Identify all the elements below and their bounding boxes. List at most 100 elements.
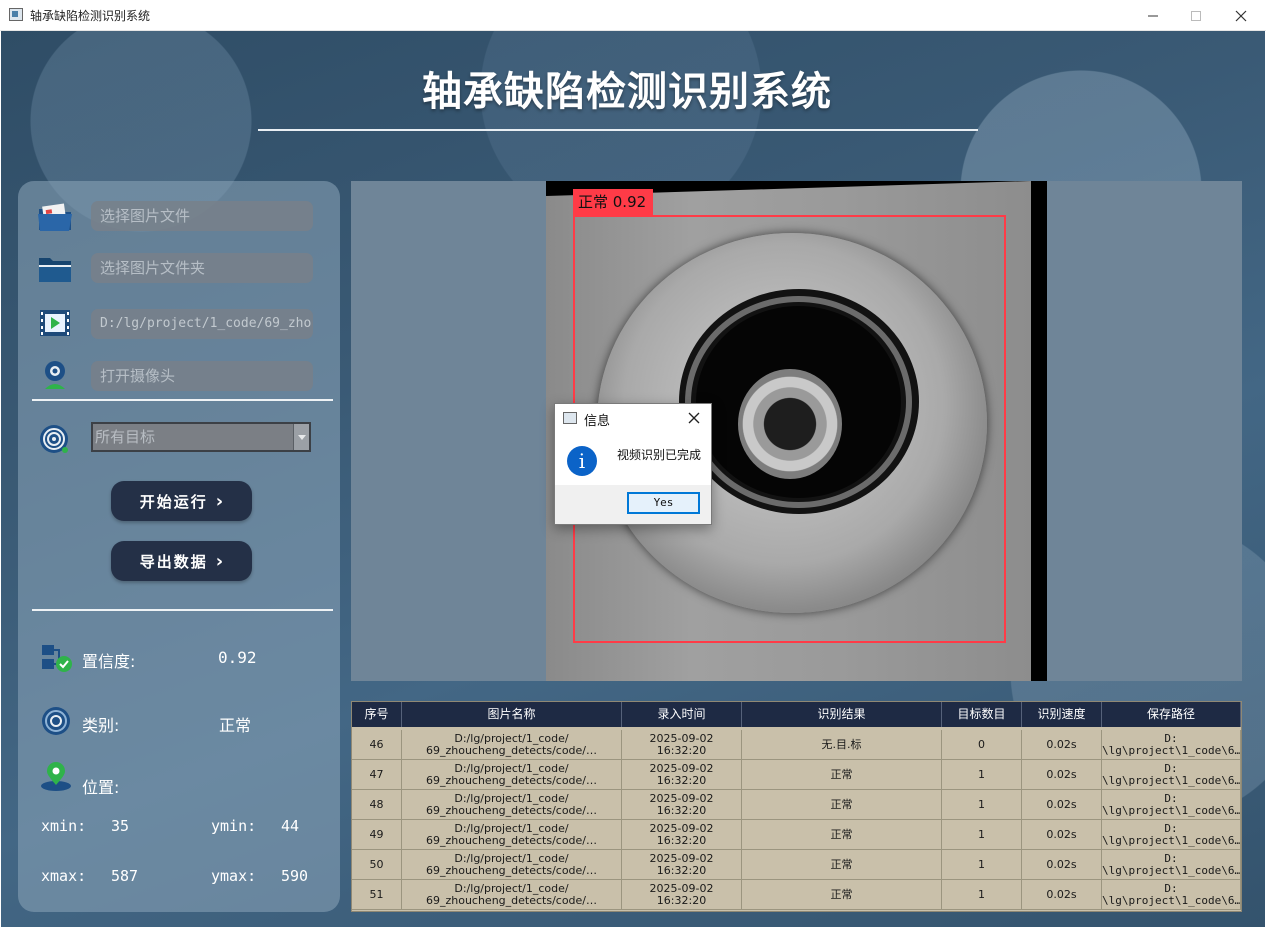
column-header[interactable]: 图片名称	[402, 702, 622, 727]
position-label: 位置:	[82, 778, 120, 797]
close-window-button[interactable]	[1218, 0, 1264, 31]
camera-input[interactable]: 打开摄像头	[91, 361, 313, 391]
table-row[interactable]: 49 D:/lg/project/1_code/69_zhoucheng_dete…	[352, 820, 1241, 850]
maximize-icon	[1191, 10, 1201, 21]
target-select[interactable]: 所有目标	[91, 422, 311, 452]
ymin-value: 44	[281, 817, 300, 835]
row-index-cell: 48	[352, 790, 402, 820]
control-panel: 选择图片文件 选择图片文件夹 D:/lg/project/1_code/69_z…	[18, 181, 340, 912]
entry-time-cell: 2025-09-02 16:32:20	[622, 820, 742, 850]
result-cell: 正常	[742, 820, 942, 850]
result-cell: 正常	[742, 760, 942, 790]
table-row[interactable]: 50 D:/lg/project/1_code/69_zhoucheng_dete…	[352, 850, 1241, 880]
save-path-line: \lg\project\1_code\6…	[1102, 744, 1241, 757]
image-folder-input[interactable]: 选择图片文件夹	[91, 253, 313, 283]
result-cell: 正常	[742, 850, 942, 880]
image-name-cell: D:/lg/project/1_code/69_zhoucheng_detect…	[402, 730, 622, 760]
results-table[interactable]: 序号 图片名称 录入时间 识别结果 目标数目 识别速度 保存路径 46 D:/lg/proje…	[351, 701, 1242, 912]
table-row[interactable]: 48 D:/lg/project/1_code/69_zhoucheng_dete…	[352, 790, 1241, 820]
webcam-icon[interactable]	[37, 359, 73, 391]
window-title: 轴承缺陷检测识别系统	[30, 9, 151, 23]
folder-icon[interactable]	[37, 253, 73, 285]
save-path-cell: D: \lg\project\1_code\6…	[1102, 790, 1241, 820]
target-count-cell: 1	[942, 880, 1022, 910]
speed-cell: 0.02s	[1022, 760, 1102, 790]
entry-time: 16:32:20	[656, 774, 707, 787]
confidence-value: 0.92	[218, 648, 257, 667]
target-icon	[37, 423, 73, 455]
ymin-label: ymin:	[211, 817, 257, 835]
yes-button[interactable]: Yes	[627, 492, 700, 514]
column-header[interactable]: 识别速度	[1022, 702, 1102, 727]
save-path-line: \lg\project\1_code\6…	[1102, 864, 1241, 877]
image-file-input[interactable]: 选择图片文件	[91, 201, 313, 231]
maximize-button[interactable]	[1173, 0, 1219, 31]
table-row[interactable]: 46 D:/lg/project/1_code/69_zhoucheng_dete…	[352, 730, 1241, 760]
row-index-cell: 50	[352, 850, 402, 880]
dialog-footer: Yes	[555, 485, 711, 524]
target-count-cell: 1	[942, 850, 1022, 880]
entry-time-cell: 2025-09-02 16:32:20	[622, 730, 742, 760]
save-path-line: \lg\project\1_code\6…	[1102, 834, 1241, 847]
xmax-value: 587	[111, 867, 139, 885]
image-name-cell: D:/lg/project/1_code/69_zhoucheng_detect…	[402, 760, 622, 790]
entry-time: 16:32:20	[656, 804, 707, 817]
app-icon	[9, 8, 23, 21]
image-name-cell: D:/lg/project/1_code/69_zhoucheng_detect…	[402, 850, 622, 880]
column-header[interactable]: 识别结果	[742, 702, 942, 727]
image-name-line: 69_zhoucheng_detects/code/…	[425, 774, 598, 787]
image-name-line: 69_zhoucheng_detects/code/…	[425, 894, 598, 907]
title-divider	[258, 129, 978, 131]
ymax-label: ymax:	[211, 867, 257, 885]
start-button[interactable]: 开始运行 ›	[111, 481, 252, 521]
chevron-down-icon[interactable]	[293, 424, 309, 450]
info-dialog: 信息 i 视频识别已完成 Yes	[554, 403, 712, 525]
column-header[interactable]: 保存路径	[1102, 702, 1241, 727]
section-divider	[32, 399, 333, 401]
folder-image-icon[interactable]	[37, 201, 73, 233]
xmax-label: xmax:	[41, 867, 87, 885]
chevron-right-icon: ›	[215, 490, 224, 512]
entry-time-cell: 2025-09-02 16:32:20	[622, 850, 742, 880]
speed-cell: 0.02s	[1022, 880, 1102, 910]
table-row[interactable]: 47 D:/lg/project/1_code/69_zhoucheng_dete…	[352, 760, 1241, 790]
entry-time-cell: 2025-09-02 16:32:20	[622, 760, 742, 790]
result-cell: 正常	[742, 790, 942, 820]
table-row[interactable]: 51 D:/lg/project/1_code/69_zhoucheng_dete…	[352, 880, 1241, 910]
save-path-cell: D: \lg\project\1_code\6…	[1102, 730, 1241, 760]
row-index-cell: 49	[352, 820, 402, 850]
speed-cell: 0.02s	[1022, 820, 1102, 850]
page-title: 轴承缺陷检测识别系统	[422, 69, 832, 115]
xmin-value: 35	[111, 817, 130, 835]
ymax-value: 590	[281, 867, 309, 885]
video-path-input[interactable]: D:/lg/project/1_code/69_zho	[91, 309, 313, 339]
dialog-title: 信息	[584, 414, 611, 429]
column-header[interactable]: 序号	[352, 702, 402, 727]
image-name-cell: D:/lg/project/1_code/69_zhoucheng_detect…	[402, 880, 622, 910]
result-cell: 无.目.标	[742, 730, 942, 760]
save-path-cell: D: \lg\project\1_code\6…	[1102, 760, 1241, 790]
entry-time-cell: 2025-09-02 16:32:20	[622, 790, 742, 820]
image-name-line: 69_zhoucheng_detects/code/…	[425, 804, 598, 817]
save-path-line: \lg\project\1_code\6…	[1102, 804, 1241, 817]
column-header[interactable]: 录入时间	[622, 702, 742, 727]
image-name-cell: D:/lg/project/1_code/69_zhoucheng_detect…	[402, 790, 622, 820]
export-button[interactable]: 导出数据 ›	[111, 541, 252, 581]
video-icon[interactable]	[37, 307, 73, 339]
save-path-cell: D: \lg\project\1_code\6…	[1102, 850, 1241, 880]
row-index-cell: 46	[352, 730, 402, 760]
class-label: 类别:	[82, 716, 120, 735]
column-header[interactable]: 目标数目	[942, 702, 1022, 727]
close-icon	[688, 412, 700, 424]
image-name-line: 69_zhoucheng_detects/code/…	[425, 864, 598, 877]
entry-time-cell: 2025-09-02 16:32:20	[622, 880, 742, 910]
detection-label: 正常 0.92	[573, 189, 654, 215]
dialog-close-button[interactable]	[683, 408, 705, 428]
xmin-label: xmin:	[41, 817, 87, 835]
minimize-button[interactable]	[1130, 0, 1176, 31]
target-count-cell: 0	[942, 730, 1022, 760]
start-button-label: 开始运行	[139, 492, 208, 511]
location-pin-icon	[40, 761, 76, 793]
table-header: 序号 图片名称 录入时间 识别结果 目标数目 识别速度 保存路径	[352, 702, 1241, 727]
save-path-line: \lg\project\1_code\6…	[1102, 774, 1241, 787]
